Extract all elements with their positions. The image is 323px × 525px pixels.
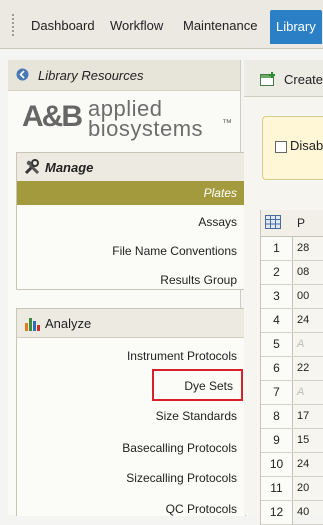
analyze-section-title: Analyze (45, 316, 92, 331)
row-number: 9 (261, 429, 293, 452)
disable-checkbox-label: Disab (290, 138, 323, 153)
table-cell: A (297, 386, 305, 398)
row-number: 12 (261, 501, 293, 524)
table-row[interactable]: 7A (261, 381, 323, 405)
plates-table: P 1 28 2 08 3 00 4 24 5 A 6 22 7 A 8 17 9 15 10 24 11 20 12 40 (260, 210, 323, 525)
toolbar-grip (12, 14, 18, 36)
analyze-section-header[interactable]: Analyze (17, 309, 245, 338)
row-number: 6 (261, 357, 293, 380)
row-number: 10 (261, 453, 293, 476)
row-number: 3 (261, 285, 293, 308)
manage-section-title: Manage (45, 160, 94, 175)
table-row[interactable]: 6 22 (261, 357, 323, 381)
table-row[interactable]: 9 15 (261, 429, 323, 453)
library-resources-panel: Library Resources A&B applied biosystems… (8, 60, 246, 516)
dye-sets-highlight-box (152, 369, 243, 401)
table-row[interactable]: 5A (261, 333, 323, 357)
row-number: 11 (261, 477, 293, 500)
filter-panel: Disab (262, 116, 323, 180)
table-row[interactable]: 1 28 (261, 237, 323, 261)
top-navigation-bar: Dashboard Workflow Maintenance Library (0, 0, 323, 49)
row-number: 4 (261, 309, 293, 332)
table-cell: 20 (297, 482, 310, 494)
create-toolbar: Create (244, 60, 323, 97)
row-number: 1 (261, 237, 293, 260)
analyze-item-instrument-protocols[interactable]: Instrument Protocols (127, 349, 237, 363)
manage-item-results-group[interactable]: Results Group (160, 273, 237, 287)
tools-icon (24, 159, 40, 175)
disable-checkbox[interactable] (275, 141, 287, 153)
analyze-item-sizecalling-protocols[interactable]: Sizecalling Protocols (126, 471, 237, 485)
table-row[interactable]: 8 17 (261, 405, 323, 429)
table-cell: 08 (297, 266, 310, 278)
tab-library[interactable]: Library (270, 10, 322, 44)
table-row[interactable]: 2 08 (261, 261, 323, 285)
collapse-chevron-icon[interactable] (16, 68, 29, 81)
table-body: 1 28 2 08 3 00 4 24 5 A 6 22 7 A 8 17 9 15 10 24 11 20 12 40 (261, 237, 323, 525)
row-number: 7 (261, 381, 293, 404)
analyze-item-qc-protocols: QC Protocols (165, 502, 237, 516)
bar-chart-icon (25, 318, 40, 331)
logo-mark: A&B (22, 100, 83, 133)
library-resources-header[interactable]: Library Resources (8, 60, 240, 91)
manage-item-plates[interactable]: Plates (17, 181, 245, 205)
table-row[interactable]: 12 40 (261, 501, 323, 525)
table-row[interactable]: 10 24 (261, 453, 323, 477)
manage-item-file-name-conventions[interactable]: File Name Conventions (112, 244, 237, 258)
table-cell: A (297, 338, 305, 350)
table-cell: 40 (297, 506, 310, 518)
row-number: 2 (261, 261, 293, 284)
table-cell: 24 (297, 314, 310, 326)
table-header: P (261, 210, 323, 237)
analyze-item-basecalling-protocols[interactable]: Basecalling Protocols (122, 441, 237, 455)
analyze-item-size-standards[interactable]: Size Standards (156, 409, 237, 423)
row-number: 8 (261, 405, 293, 428)
table-row[interactable]: 11 20 (261, 477, 323, 501)
manage-section: Manage Plates Assays File Name Conventio… (16, 152, 246, 290)
applied-biosystems-logo: A&B applied biosystems ™ (22, 96, 242, 144)
grid-options-icon[interactable] (265, 215, 281, 229)
table-cell: 24 (297, 458, 310, 470)
manage-item-assays[interactable]: Assays (198, 215, 237, 229)
row-number: 5 (261, 333, 293, 356)
logo-trademark: ™ (222, 118, 232, 129)
create-plate-icon[interactable] (260, 72, 276, 86)
library-resources-title: Library Resources (38, 68, 144, 83)
tab-dashboard[interactable]: Dashboard (31, 18, 95, 33)
table-cell: 15 (297, 434, 310, 446)
table-row[interactable]: 3 00 (261, 285, 323, 309)
table-cell: 22 (297, 362, 310, 374)
create-button-label[interactable]: Create (284, 72, 323, 87)
logo-line2: biosystems (88, 116, 204, 141)
column-header-p[interactable]: P (297, 216, 305, 230)
analyze-section: Analyze Instrument Protocols Dye Sets Si… (16, 308, 246, 516)
manage-section-header[interactable]: Manage (17, 153, 245, 182)
table-row[interactable]: 4 24 (261, 309, 323, 333)
tab-workflow[interactable]: Workflow (110, 18, 163, 33)
table-cell: 28 (297, 242, 310, 254)
table-cell: 00 (297, 290, 310, 302)
table-cell: 17 (297, 410, 310, 422)
tab-maintenance[interactable]: Maintenance (183, 18, 257, 33)
plates-content-panel: Create Disab P 1 28 2 08 3 00 4 24 5 A 6 22 7 A 8 17 9 15… (244, 60, 323, 525)
